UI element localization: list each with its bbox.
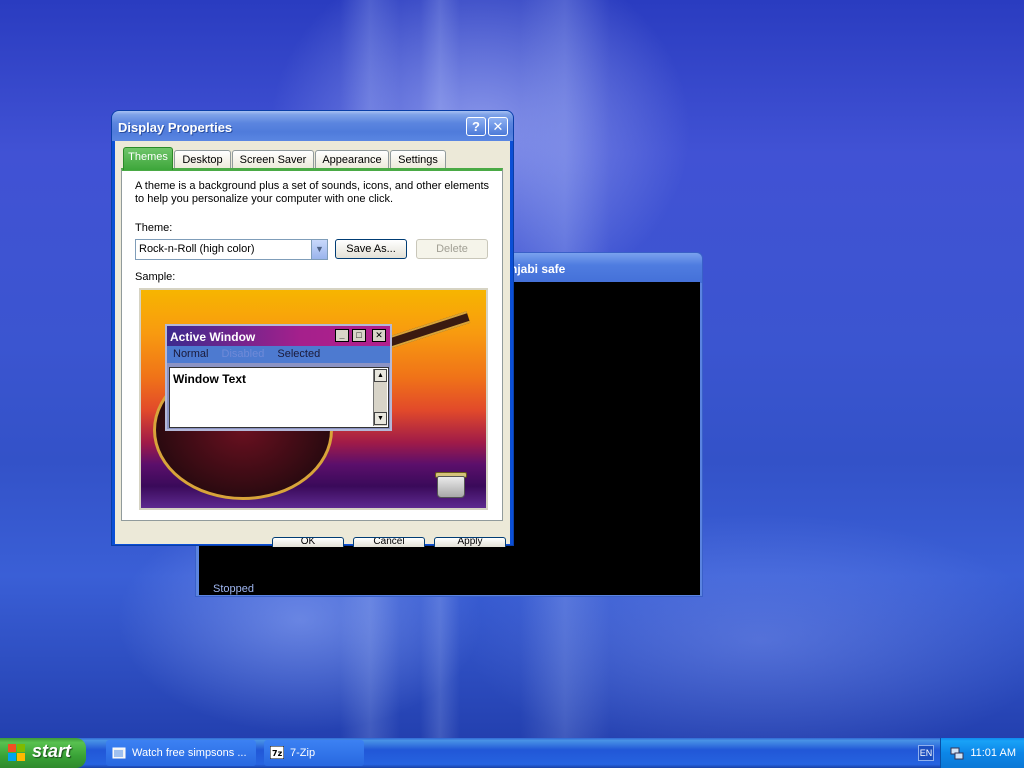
windows-logo-icon [8, 744, 26, 762]
cancel-button[interactable]: Cancel [353, 537, 425, 547]
dialog-title: Display Properties [118, 120, 233, 135]
theme-label: Theme: [135, 222, 173, 234]
theme-description: A theme is a background plus a set of so… [135, 180, 490, 205]
7zip-icon: 7z [270, 746, 284, 759]
scroll-up-icon: ▲ [374, 369, 387, 382]
sample-menu-disabled: Disabled [221, 348, 265, 360]
tab-screen-saver[interactable]: Screen Saver [232, 150, 314, 169]
close-icon: ✕ [372, 329, 386, 342]
delete-button[interactable]: Delete [416, 239, 488, 259]
tab-strip: Themes Desktop Screen Saver Appearance S… [121, 147, 501, 170]
recycle-bin-icon [437, 476, 465, 498]
theme-dropdown-value: Rock-n-Roll (high color) [139, 243, 255, 255]
tab-themes[interactable]: Themes [123, 147, 173, 170]
theme-sample-preview: Active Window _ □ ✕ Normal Disabled Sele… [139, 288, 488, 510]
dialog-body: Themes Desktop Screen Saver Appearance S… [115, 141, 510, 547]
taskbar-item-7zip[interactable]: 7z 7-Zip [264, 740, 364, 766]
save-as-button[interactable]: Save As... [335, 239, 407, 259]
ok-button[interactable]: OK [272, 537, 344, 547]
sample-window-title: Active Window [170, 330, 256, 344]
sample-label: Sample: [135, 271, 176, 283]
media-status-text: Stopped [213, 583, 254, 595]
sample-window-text: Window Text [173, 372, 246, 386]
apply-button[interactable]: Apply [434, 537, 506, 547]
tab-settings[interactable]: Settings [390, 150, 446, 169]
network-icon[interactable] [949, 745, 965, 761]
start-label: start [32, 741, 72, 761]
system-tray: 11:01 AM [940, 738, 1024, 768]
minimize-icon: _ [335, 329, 349, 342]
theme-dropdown[interactable]: Rock-n-Roll (high color) ▼ [135, 239, 328, 260]
sample-menu-normal: Normal [173, 348, 209, 360]
sample-window-titlebar: Active Window _ □ ✕ [167, 326, 390, 346]
taskbar: start Watch free simpsons ... 7z 7-Zip E… [0, 738, 1024, 768]
display-properties-dialog[interactable]: Display Properties ? ✕ Themes Desktop Sc… [111, 110, 514, 547]
close-button[interactable]: ✕ [488, 117, 508, 136]
sample-active-window: Active Window _ □ ✕ Normal Disabled Sele… [165, 324, 392, 431]
tab-desktop[interactable]: Desktop [174, 150, 231, 169]
media-controls-area [199, 543, 699, 595]
themes-panel: A theme is a background plus a set of so… [121, 168, 503, 521]
tab-appearance[interactable]: Appearance [315, 150, 389, 169]
start-button[interactable]: start [0, 738, 86, 768]
sample-window-text-area: Window Text ▲ ▼ [169, 367, 389, 428]
sample-scrollbar: ▲ ▼ [373, 369, 387, 426]
language-indicator[interactable]: EN [918, 745, 934, 761]
svg-text:7z: 7z [272, 749, 283, 758]
maximize-icon: □ [352, 329, 366, 342]
folder-icon [112, 747, 126, 759]
dialog-titlebar[interactable]: Display Properties ? ✕ [112, 111, 513, 141]
sample-menu-selected: Selected [277, 348, 321, 360]
help-button[interactable]: ? [466, 117, 486, 136]
clock: 11:01 AM [970, 747, 1016, 759]
taskbar-item-simpsons[interactable]: Watch free simpsons ... [106, 740, 256, 766]
taskbar-item-label: 7-Zip [290, 747, 316, 759]
scroll-down-icon: ▼ [374, 412, 387, 425]
sample-menu-bar: Normal Disabled Selected [167, 346, 390, 363]
chevron-down-icon[interactable]: ▼ [311, 240, 327, 259]
taskbar-item-label: Watch free simpsons ... [132, 747, 247, 759]
